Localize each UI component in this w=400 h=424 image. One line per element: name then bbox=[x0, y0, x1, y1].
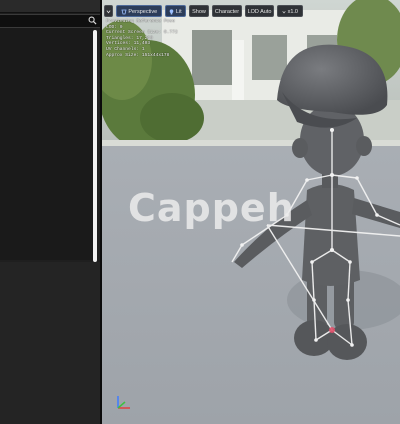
perspective-button[interactable]: Perspective bbox=[116, 5, 162, 17]
viewport-toolbar: Perspective Lit Show Character LOD Auto … bbox=[102, 2, 400, 18]
asset-list[interactable] bbox=[0, 28, 94, 260]
details-panel bbox=[0, 262, 100, 424]
stats-line: Previewing Reference Pose bbox=[106, 19, 175, 24]
lod-label: LOD Auto bbox=[247, 9, 272, 15]
light-bulb-icon bbox=[170, 9, 174, 15]
chevron-down-icon bbox=[106, 10, 111, 14]
viewport[interactable]: Perspective Lit Show Character LOD Auto … bbox=[102, 0, 400, 424]
character-button[interactable]: Character bbox=[212, 5, 242, 17]
lod-button[interactable]: LOD Auto bbox=[245, 5, 274, 17]
search-icon[interactable] bbox=[88, 16, 97, 25]
viewport-stats: Previewing Reference Pose LOD: 0 Current… bbox=[106, 19, 178, 58]
panel-header-strip bbox=[0, 0, 100, 13]
stats-line: Approx Size: 151x44x178 bbox=[106, 52, 170, 58]
character-label: Character bbox=[214, 9, 240, 15]
lit-button[interactable]: Lit bbox=[165, 5, 186, 17]
watermark-text: Cappeh bbox=[128, 186, 295, 230]
stats-line: Current Screen Size: 0.772 bbox=[106, 30, 178, 36]
search-input[interactable] bbox=[0, 14, 100, 28]
show-button[interactable]: Show bbox=[189, 5, 209, 17]
lit-label: Lit bbox=[175, 9, 182, 15]
viewport-options-button[interactable] bbox=[104, 5, 113, 17]
perspective-icon bbox=[121, 9, 127, 15]
perspective-label: Perspective bbox=[128, 9, 158, 15]
playback-scale-button[interactable]: x1.0 bbox=[277, 5, 303, 17]
show-label: Show bbox=[192, 9, 206, 15]
chevron-down-icon bbox=[282, 11, 286, 14]
scale-label: x1.0 bbox=[287, 9, 298, 15]
axis-gizmo-icon bbox=[117, 396, 130, 409]
left-panel bbox=[0, 0, 100, 424]
scrollbar[interactable] bbox=[93, 30, 97, 262]
